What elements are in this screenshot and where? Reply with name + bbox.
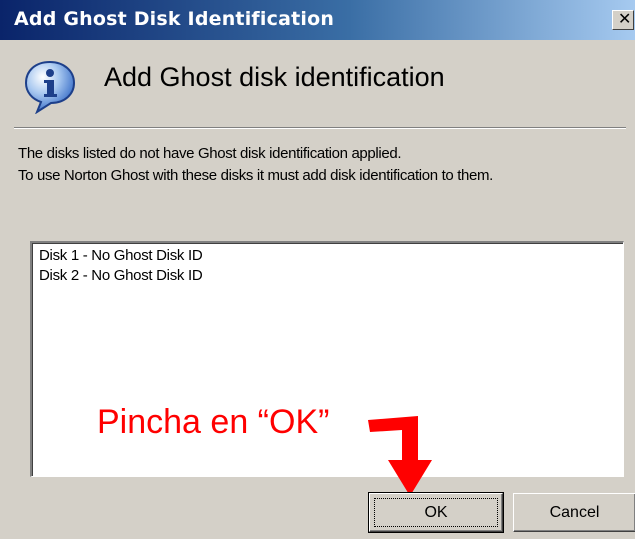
close-icon: ✕ xyxy=(618,11,632,28)
description-line-1: The disks listed do not have Ghost disk … xyxy=(18,145,402,162)
info-icon xyxy=(24,60,76,114)
ok-button[interactable]: OK xyxy=(368,492,504,533)
title-bar[interactable]: Add Ghost Disk Identification ✕ xyxy=(0,0,635,40)
list-item[interactable]: Disk 2 - No Ghost Disk ID xyxy=(39,267,203,284)
window-title: Add Ghost Disk Identification xyxy=(14,8,335,30)
focus-rect xyxy=(374,498,498,527)
cancel-button[interactable]: Cancel xyxy=(513,493,635,532)
red-arrow-icon xyxy=(368,416,432,496)
close-button[interactable]: ✕ xyxy=(612,10,634,30)
page-title: Add Ghost disk identification xyxy=(104,62,445,92)
description-line-2: To use Norton Ghost with these disks it … xyxy=(18,167,493,184)
description-text: The disks listed do not have Ghost disk … xyxy=(18,143,493,187)
list-item[interactable]: Disk 1 - No Ghost Disk ID xyxy=(39,247,203,264)
header-separator xyxy=(14,127,626,129)
dialog-window: Add Ghost Disk Identification ✕ Add Ghos… xyxy=(0,0,635,539)
annotation-text: Pincha en “OK” xyxy=(97,403,330,441)
cancel-button-label: Cancel xyxy=(549,503,600,521)
